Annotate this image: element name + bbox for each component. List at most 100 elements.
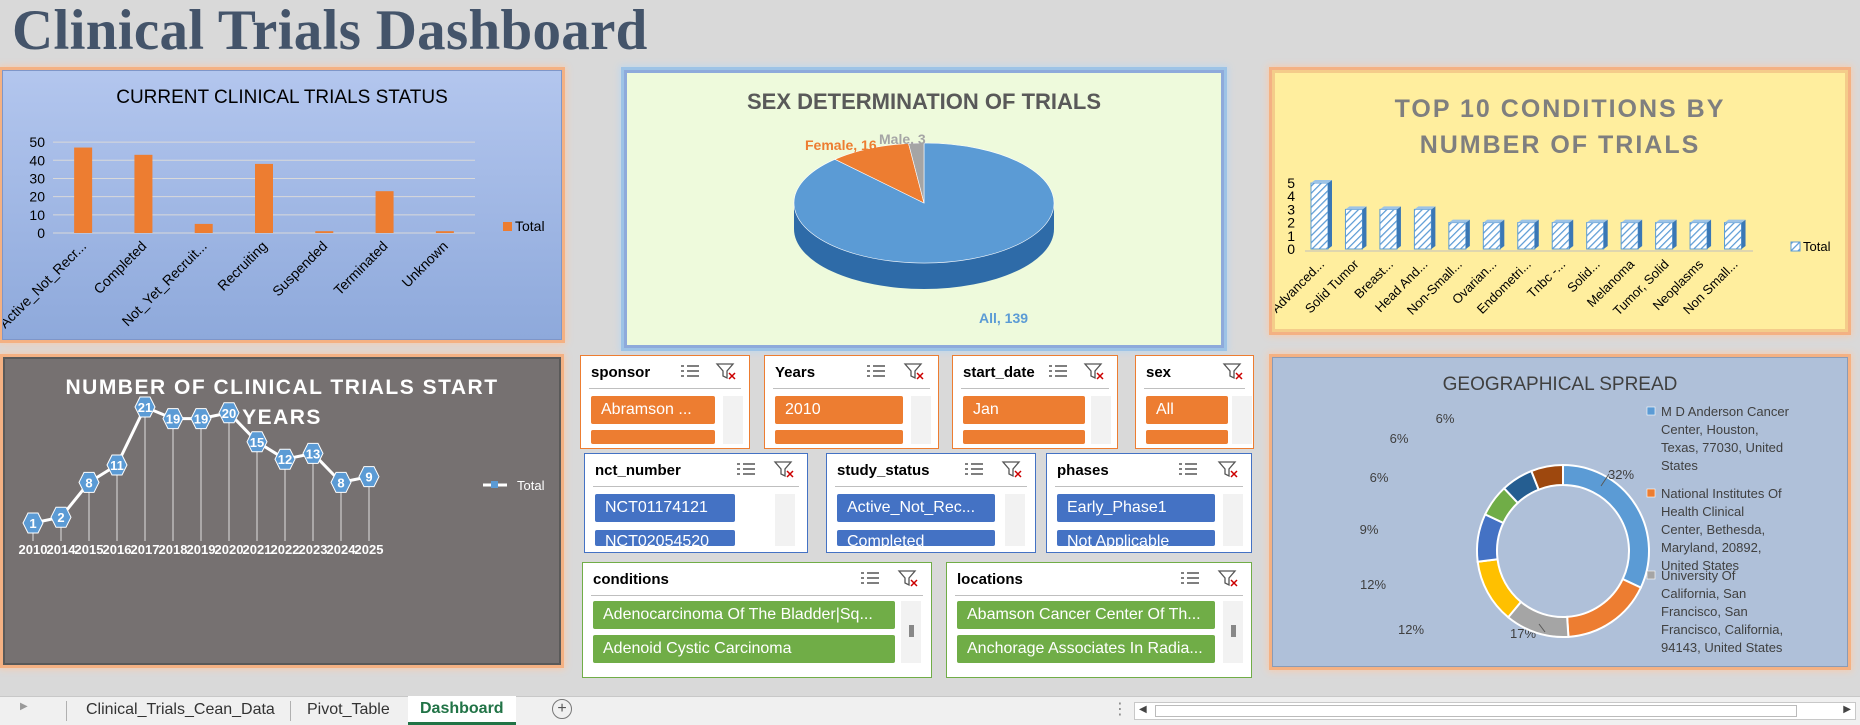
bar: [1482, 222, 1501, 250]
locations-slicer[interactable]: locations Abamson Cancer Center Of Th...…: [946, 562, 1252, 678]
sex-slicer-item-partial[interactable]: [1146, 430, 1228, 444]
clear-filter-icon[interactable]: [715, 362, 737, 380]
phases-slicer[interactable]: phases Early_Phase1 Not Applicable: [1046, 453, 1252, 553]
conditions-slicer[interactable]: conditions Adenocarcinoma Of The Bladder…: [582, 562, 932, 678]
nct-number-slicer-scrollbar[interactable]: [775, 494, 795, 546]
conditions-slicer-scrollbar[interactable]: [901, 601, 921, 663]
clear-filter-icon[interactable]: [1217, 460, 1239, 478]
phases-slicer-item[interactable]: Early_Phase1: [1057, 494, 1215, 522]
bar: [1689, 222, 1708, 250]
add-sheet-icon[interactable]: +: [552, 699, 572, 719]
status-chart-panel[interactable]: CURRENT CLINICAL TRIALS STATUS 0 10 20 30 40…: [2, 70, 562, 340]
y-tick-label: 30: [29, 170, 45, 186]
start-date-slicer-item-partial[interactable]: [963, 430, 1085, 444]
start-date-slicer-item[interactable]: Jan: [963, 396, 1085, 424]
clear-filter-icon[interactable]: [1083, 362, 1105, 380]
x-tick-label: 2014: [47, 542, 77, 557]
scrollbar-thumb[interactable]: [1155, 705, 1797, 717]
bar-side: [1741, 219, 1746, 249]
doughnut-segment: [1562, 463, 1650, 589]
sponsor-slicer[interactable]: sponsor Abramson ...: [580, 355, 750, 449]
clear-filter-icon[interactable]: [773, 460, 795, 478]
scroll-right-icon[interactable]: ▶: [1843, 704, 1851, 715]
multi-select-icon[interactable]: [963, 460, 985, 478]
x-tick-label: Recruiting: [214, 238, 270, 294]
tab-pivot-table[interactable]: Pivot_Table: [307, 697, 390, 723]
tab-dashboard[interactable]: Dashboard: [408, 696, 516, 725]
years-slicer-scrollbar[interactable]: [911, 396, 931, 444]
bar: [134, 154, 153, 233]
bar-side: [1638, 219, 1643, 249]
multi-select-icon[interactable]: [735, 460, 757, 478]
horizontal-scrollbar[interactable]: ◀ ▶: [1134, 702, 1856, 720]
sex-slicer-item[interactable]: All: [1146, 396, 1228, 424]
tab-scroll-left-icon[interactable]: ▶: [20, 701, 28, 712]
data-label: 12%: [1360, 577, 1386, 592]
multi-select-icon[interactable]: [1179, 569, 1201, 587]
conditions-slicer-item[interactable]: Adenocarcinoma Of The Bladder|Sq...: [593, 601, 895, 629]
legend-swatch: [1646, 406, 1656, 416]
sponsor-slicer-item[interactable]: Abramson ...: [591, 396, 715, 424]
legend-swatch: [1790, 241, 1801, 252]
clear-filter-icon[interactable]: [903, 362, 925, 380]
data-label: 8: [337, 475, 344, 490]
multi-select-icon[interactable]: [865, 362, 887, 380]
clear-filter-icon[interactable]: [897, 569, 919, 587]
start-date-slicer[interactable]: start_date Jan: [952, 355, 1118, 449]
locations-slicer-item[interactable]: Anchorage Associates In Radia...: [957, 635, 1215, 663]
x-tick-label: 2023: [299, 542, 328, 557]
data-label: Female, 16: [805, 137, 877, 153]
clear-filter-icon[interactable]: [1001, 460, 1023, 478]
nct-number-slicer[interactable]: nct_number NCT01174121 NCT02054520: [584, 453, 808, 553]
multi-select-icon[interactable]: [679, 362, 701, 380]
legend-swatch: [1646, 570, 1656, 580]
data-label: 6%: [1370, 470, 1389, 485]
sponsor-slicer-item-partial[interactable]: [591, 430, 715, 444]
bar-side: [1328, 180, 1332, 249]
sponsor-slicer-scrollbar[interactable]: [723, 396, 743, 444]
sex-slicer-scrollbar[interactable]: [1232, 396, 1252, 444]
tab-clinical-trials-data[interactable]: Clinical_Trials_Cean_Data: [86, 697, 275, 723]
study-status-slicer-item[interactable]: Completed: [837, 530, 995, 546]
x-tick-label: Active_Not_Recr...: [2, 238, 89, 331]
start-date-slicer-scrollbar[interactable]: [1091, 396, 1111, 444]
scroll-left-icon[interactable]: ◀: [1139, 704, 1147, 715]
legend-label: Total: [1803, 239, 1831, 254]
data-label: 9%: [1360, 522, 1379, 537]
sponsor-slicer-header: sponsor: [591, 364, 651, 381]
data-label: 9: [365, 470, 372, 485]
years-slicer[interactable]: Years 2010: [764, 355, 939, 449]
sex-slicer[interactable]: sex All: [1135, 355, 1254, 449]
clear-filter-icon[interactable]: [1222, 362, 1244, 380]
doughnut-segment: [1566, 577, 1643, 638]
conditions-bar-chart: 012345Advanced...Solid TumorBreast...Hea…: [1275, 175, 1831, 318]
study-status-slicer[interactable]: study_status Active_Not_Rec... Completed: [826, 453, 1036, 553]
data-label: 19: [166, 412, 180, 427]
phases-slicer-item[interactable]: Not Applicable: [1057, 530, 1215, 546]
years-chart-panel[interactable]: NUMBER OF CLINICAL TRIALS START YEARS 12…: [3, 357, 561, 665]
start-date-slicer-header: start_date: [963, 364, 1035, 381]
nct-number-slicer-item[interactable]: NCT01174121: [595, 494, 735, 522]
conditions-slicer-item[interactable]: Adenoid Cystic Carcinoma: [593, 635, 895, 663]
clear-filter-icon[interactable]: [1217, 569, 1239, 587]
sex-chart-panel[interactable]: SEX DETERMINATION OF TRIALS All, 139 Fema…: [624, 70, 1224, 348]
y-tick-label: 10: [29, 207, 45, 223]
legend-label: Total: [515, 218, 545, 234]
nct-number-slicer-item[interactable]: NCT02054520: [595, 530, 735, 546]
study-status-slicer-item[interactable]: Active_Not_Rec...: [837, 494, 995, 522]
study-status-slicer-scrollbar[interactable]: [1005, 494, 1025, 546]
years-slicer-item-partial[interactable]: [775, 430, 903, 444]
conditions-chart-panel[interactable]: TOP 10 CONDITIONS BY NUMBER OF TRIALS 01…: [1272, 70, 1848, 332]
locations-slicer-scrollbar[interactable]: [1223, 601, 1243, 663]
bar-side: [1707, 219, 1712, 249]
years-slicer-item[interactable]: 2010: [775, 396, 903, 424]
multi-select-icon[interactable]: [1047, 362, 1069, 380]
multi-select-icon[interactable]: [859, 569, 881, 587]
more-options-icon[interactable]: ⋮: [1112, 699, 1128, 719]
phases-slicer-scrollbar[interactable]: [1223, 494, 1243, 546]
multi-select-icon[interactable]: [1177, 460, 1199, 478]
geo-chart-panel[interactable]: GEOGRAPHICAL SPREAD 32% 17% 12% 12% 9% 6% 6% 6%…: [1272, 357, 1848, 667]
x-tick-label: 2018: [159, 542, 188, 557]
locations-slicer-item[interactable]: Abamson Cancer Center Of Th...: [957, 601, 1215, 629]
x-tick-label: 2022: [271, 542, 300, 557]
